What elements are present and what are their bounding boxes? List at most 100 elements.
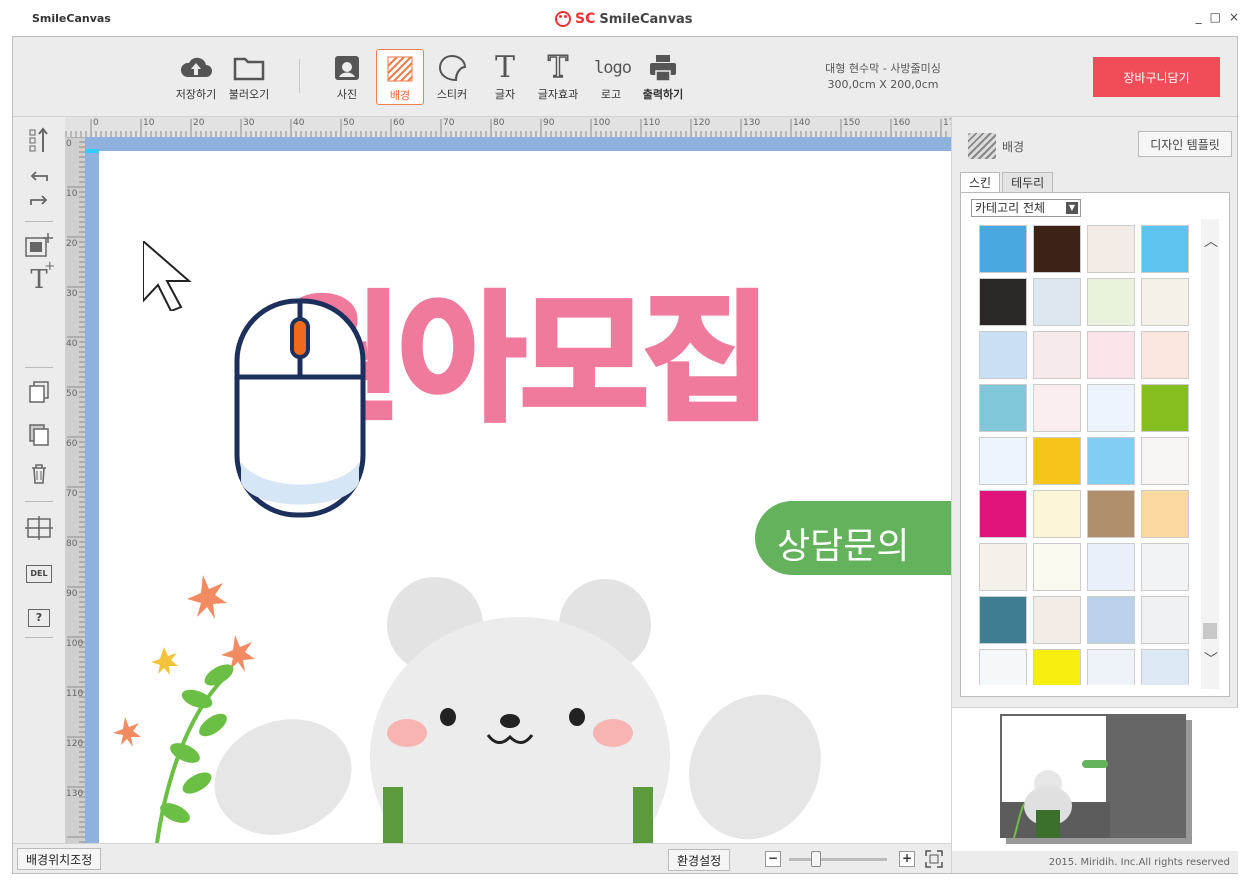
paste-button[interactable] <box>23 419 55 449</box>
undo-icon <box>30 171 48 181</box>
design-canvas[interactable]: 원아모집 상담문의 <box>85 137 951 843</box>
skin-thumbnail[interactable] <box>979 490 1027 538</box>
scroll-up-icon[interactable]: ︿ <box>1204 231 1218 251</box>
delete-icon <box>32 464 46 484</box>
skin-thumbnail[interactable] <box>1033 596 1081 644</box>
skin-thumbnail[interactable] <box>1087 278 1135 326</box>
skin-thumbnail[interactable] <box>979 543 1027 591</box>
add-to-cart-button[interactable]: 장바구니담기 <box>1093 57 1220 97</box>
settings-button[interactable]: 환경설정 <box>668 849 731 871</box>
ruler-label: 10 <box>143 118 155 128</box>
skin-thumbnail[interactable] <box>1087 331 1135 379</box>
toolbar-print-label: 출력하기 <box>642 88 684 101</box>
category-value: 카테고리 전체 <box>975 201 1046 215</box>
title-bar: SmileCanvas SC SmileCanvas _ □ × <box>0 0 1249 36</box>
fit-screen-icon[interactable] <box>925 850 943 868</box>
toolbar-text-button[interactable]: T 글자 <box>481 49 529 105</box>
skin-thumbnail[interactable] <box>1087 490 1135 538</box>
close-button[interactable]: × <box>1229 10 1239 24</box>
toolbar-print-button[interactable]: 출력하기 <box>639 49 687 105</box>
skin-thumbnail[interactable] <box>1087 225 1135 273</box>
copy-button[interactable] <box>23 377 55 407</box>
add-text-plus: + <box>44 259 56 274</box>
skin-thumbnail[interactable] <box>979 225 1027 273</box>
cloud-upload-icon <box>179 53 213 85</box>
skin-thumbnail[interactable] <box>1087 649 1135 685</box>
left-toolbar-divider <box>25 501 53 502</box>
skin-thumbnail[interactable] <box>979 278 1027 326</box>
preview-thumbnail <box>1000 714 1192 844</box>
panel-tabs: 스킨 테두리 <box>960 172 1055 192</box>
scroll-down-icon[interactable]: ﹀ <box>1204 649 1218 669</box>
background-position-button[interactable]: 배경위치조정 <box>17 848 102 870</box>
delete-button[interactable] <box>23 459 55 489</box>
align-up-button[interactable] <box>23 125 55 155</box>
toolbar-text-effect-button[interactable]: T 글자효과 <box>534 49 582 105</box>
zoom-out-button[interactable]: − <box>765 851 781 867</box>
redo-button[interactable] <box>23 189 55 211</box>
ruler-label: 140 <box>793 118 811 128</box>
minimize-button[interactable]: _ <box>1196 10 1202 24</box>
category-select[interactable]: 카테고리 전체 ▼ <box>971 199 1081 217</box>
toolbar-background-button[interactable]: 배경 <box>376 49 424 105</box>
add-text-icon: T + <box>30 259 55 295</box>
toolbar-sticker-button[interactable]: 스티커 <box>428 49 476 105</box>
skin-scrollbar[interactable]: ︿ ﹀ <box>1201 219 1219 689</box>
zoom-slider-handle[interactable] <box>811 851 821 867</box>
toolbar-photo-button[interactable]: 사진 <box>323 49 371 105</box>
skin-thumbnail[interactable] <box>1141 225 1189 273</box>
tab-skin[interactable]: 스킨 <box>960 172 1001 192</box>
skin-thumbnail[interactable] <box>979 596 1027 644</box>
skin-thumbnail[interactable] <box>1033 384 1081 432</box>
toolbar-logo-button[interactable]: logo 로고 <box>587 49 635 105</box>
skin-thumbnail[interactable] <box>1141 543 1189 591</box>
skin-thumbnail[interactable] <box>1141 596 1189 644</box>
delete-box-button[interactable]: DEL <box>23 559 55 589</box>
scrollbar-thumb[interactable] <box>1203 623 1217 639</box>
skin-thumbnail[interactable] <box>1087 543 1135 591</box>
tab-border[interactable]: 테두리 <box>1002 172 1054 192</box>
skin-thumbnail[interactable] <box>1141 384 1189 432</box>
ruler-label: 17 <box>943 118 951 128</box>
skin-thumbnail[interactable] <box>1141 278 1189 326</box>
add-text-button[interactable]: T + <box>23 259 55 295</box>
skin-thumbnail[interactable] <box>1033 490 1081 538</box>
skin-thumbnail[interactable] <box>1033 543 1081 591</box>
skin-thumbnail[interactable] <box>1141 649 1189 685</box>
skin-thumbnail[interactable] <box>1087 596 1135 644</box>
photo-icon <box>330 53 364 85</box>
skin-thumbnail[interactable] <box>1033 649 1081 685</box>
skin-thumbnail[interactable] <box>1087 437 1135 485</box>
add-image-button[interactable] <box>23 229 55 259</box>
zoom-slider-track[interactable] <box>789 858 887 861</box>
zoom-in-button[interactable]: + <box>899 851 915 867</box>
ruler-label: 150 <box>843 118 861 128</box>
grid-button[interactable] <box>23 513 55 543</box>
skin-thumbnail[interactable] <box>1033 278 1081 326</box>
mouse-click-illustration <box>234 298 366 518</box>
skin-thumbnail[interactable] <box>979 384 1027 432</box>
skin-thumbnail[interactable] <box>1141 437 1189 485</box>
smile-face-icon <box>555 11 571 27</box>
ruler-label: 100 <box>66 639 84 649</box>
bear-illustration[interactable] <box>85 557 951 843</box>
skin-thumbnail[interactable] <box>1087 384 1135 432</box>
skin-thumbnail[interactable] <box>1033 225 1081 273</box>
skin-thumbnail[interactable] <box>979 649 1027 685</box>
skin-thumbnail[interactable] <box>1033 437 1081 485</box>
design-template-button[interactable]: 디자인 템플릿 <box>1138 131 1232 157</box>
undo-button[interactable] <box>23 165 55 187</box>
skin-thumbnail[interactable] <box>1033 331 1081 379</box>
help-button[interactable]: ? <box>23 603 55 633</box>
toolbar-save-button[interactable]: 저장하기 <box>172 49 220 105</box>
skin-thumbnail[interactable] <box>1141 490 1189 538</box>
maximize-button[interactable]: □ <box>1210 10 1221 24</box>
toolbar-open-button[interactable]: 불러오기 <box>225 49 273 105</box>
consult-badge[interactable]: 상담문의 <box>755 501 951 575</box>
skin-thumbnail[interactable] <box>979 331 1027 379</box>
ruler-label: 160 <box>893 118 911 128</box>
brand-logo: SC SmileCanvas <box>555 9 693 29</box>
navigator-preview[interactable] <box>952 707 1238 851</box>
skin-thumbnail[interactable] <box>979 437 1027 485</box>
skin-thumbnail[interactable] <box>1141 331 1189 379</box>
